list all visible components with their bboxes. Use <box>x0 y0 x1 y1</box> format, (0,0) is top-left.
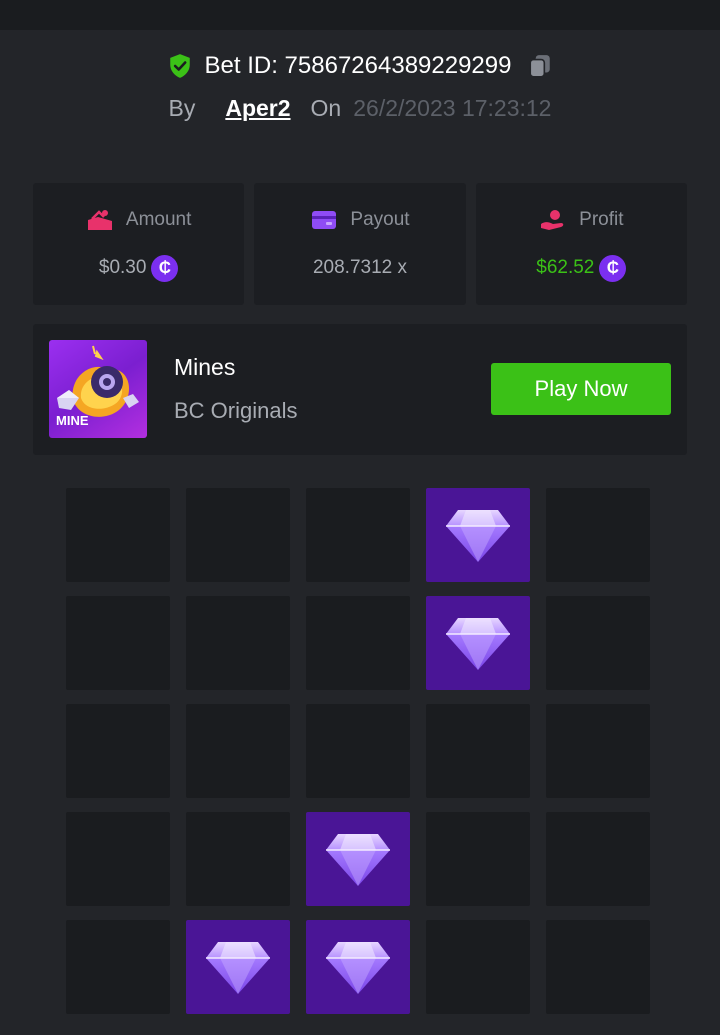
bet-stats: Amount $0.30 ₵ Payout 208.7312 x Profit <box>33 183 687 305</box>
diamond-gem-icon <box>326 834 390 886</box>
username-link[interactable]: Aper2 <box>225 95 290 122</box>
profit-label: Profit <box>579 209 624 230</box>
verified-shield-icon <box>169 54 190 78</box>
on-label: On <box>310 94 342 121</box>
hidden-tile <box>186 488 290 582</box>
gem-tile <box>426 596 530 690</box>
hidden-tile <box>546 920 650 1014</box>
amount-value: $0.30 <box>98 257 147 278</box>
hidden-tile <box>66 596 170 690</box>
hidden-tile <box>546 704 650 798</box>
copy-icon[interactable] <box>527 53 553 79</box>
mines-board <box>0 0 720 1035</box>
hidden-tile <box>426 704 530 798</box>
hidden-tile <box>186 596 290 690</box>
amount-icon <box>87 210 112 230</box>
hidden-tile <box>66 704 170 798</box>
play-now-button[interactable]: Play Now <box>491 363 671 415</box>
hidden-tile <box>66 920 170 1014</box>
gem-tile <box>306 920 410 1014</box>
payout-label: Payout <box>350 209 410 230</box>
hidden-tile <box>186 704 290 798</box>
hidden-tile <box>66 488 170 582</box>
game-card: MINE Mines BC Originals Play Now <box>33 324 687 455</box>
bet-meta-row: By Aper2 On 26/2/2023 17:23:12 <box>0 90 720 126</box>
hidden-tile <box>426 812 530 906</box>
top-bar <box>0 0 720 30</box>
hidden-tile <box>306 488 410 582</box>
diamond-gem-icon <box>206 942 270 994</box>
diamond-gem-icon <box>326 942 390 994</box>
coin-icon: ₵ <box>599 254 627 282</box>
profit-value: $62.52 <box>536 257 595 278</box>
gem-tile <box>426 488 530 582</box>
bet-header: Bet ID: 75867264389229299 By Aper2 On 26… <box>0 46 720 126</box>
hidden-tile <box>66 812 170 906</box>
profit-hand-icon <box>541 210 564 230</box>
coin-icon: ₵ <box>151 254 179 282</box>
payout-card: Payout 208.7312 x <box>254 183 466 305</box>
hidden-tile <box>546 488 650 582</box>
mines-game-thumbnail[interactable]: MINE <box>49 340 147 438</box>
by-label: By <box>168 94 196 121</box>
hidden-tile <box>306 596 410 690</box>
hidden-tile <box>186 812 290 906</box>
bet-id-text: Bet ID: 75867264389229299 <box>204 52 512 79</box>
payout-card-icon <box>312 211 337 229</box>
gem-tile <box>306 812 410 906</box>
hidden-tile <box>426 920 530 1014</box>
amount-card: Amount $0.30 ₵ <box>33 183 245 305</box>
payout-value: 208.7312 x <box>312 257 407 278</box>
profit-card: Profit $62.52 ₵ <box>475 183 687 305</box>
bet-datetime: 26/2/2023 17:23:12 <box>353 94 552 121</box>
hidden-tile <box>546 596 650 690</box>
hidden-tile <box>306 704 410 798</box>
bet-id-row: Bet ID: 75867264389229299 <box>0 46 720 86</box>
diamond-gem-icon <box>446 618 510 670</box>
mines-thumb-label: MINE <box>56 413 89 428</box>
diamond-gem-icon <box>446 510 510 562</box>
game-provider: BC Originals <box>174 398 298 423</box>
gem-tile <box>186 920 290 1014</box>
amount-label: Amount <box>125 209 192 230</box>
game-name: Mines <box>174 354 236 380</box>
hidden-tile <box>546 812 650 906</box>
